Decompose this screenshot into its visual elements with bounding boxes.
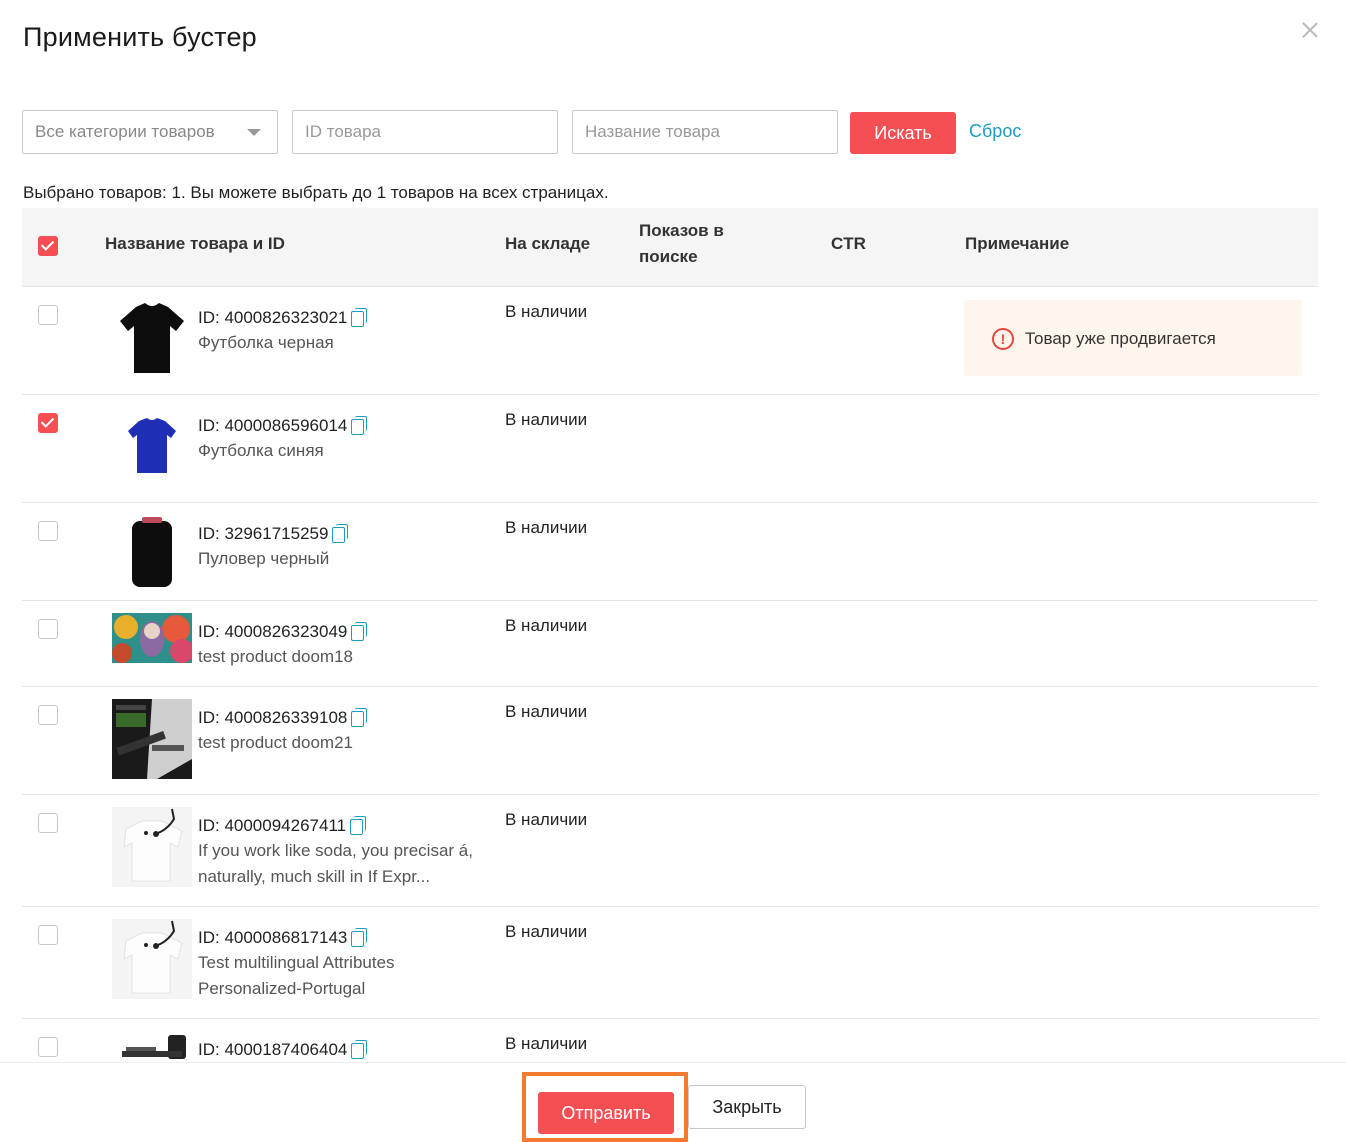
search-button[interactable]: Искать	[850, 112, 956, 154]
selection-info: Выбрано товаров: 1. Вы можете выбрать до…	[23, 183, 609, 202]
row-checkbox[interactable]	[38, 413, 58, 433]
dialog-footer: Отправить Закрыть	[0, 1062, 1346, 1142]
product-id: ID: 4000086596014	[198, 416, 368, 436]
close-button[interactable]: Закрыть	[688, 1085, 806, 1129]
row-checkbox[interactable]	[38, 521, 58, 541]
product-name: Test multilingual Attributes Personalize…	[198, 953, 395, 998]
product-id: ID: 4000826323021	[198, 308, 368, 328]
chevron-down-icon	[247, 129, 261, 136]
table-row: ID: 4000826339108 test product doom21 В …	[22, 687, 1318, 795]
copy-icon[interactable]	[332, 524, 349, 543]
table-header: Название товара и ID На складе Показов в…	[22, 208, 1318, 287]
product-thumbnail	[112, 699, 192, 779]
column-header-stock: На складе	[505, 234, 591, 253]
table-row: ID: 4000094267411 If you work like soda,…	[22, 795, 1318, 907]
stock-status: В наличии	[505, 810, 588, 829]
product-id-text: ID: 4000086596014	[198, 416, 348, 435]
note-text: Товар уже продвигается	[1025, 329, 1216, 348]
stock-status: В наличии	[505, 702, 588, 721]
row-checkbox[interactable]	[38, 925, 58, 945]
row-checkbox[interactable]	[38, 305, 58, 325]
product-thumbnail	[112, 297, 192, 377]
product-id-text: ID: 4000826323049	[198, 622, 348, 641]
row-checkbox[interactable]	[38, 813, 58, 833]
stock-status: В наличии	[505, 302, 588, 321]
row-checkbox[interactable]	[38, 619, 58, 639]
copy-icon[interactable]	[350, 816, 367, 835]
copy-icon[interactable]	[351, 1040, 368, 1059]
column-header-name: Название товара и ID	[105, 234, 285, 253]
stock-status: В наличии	[505, 922, 588, 941]
product-id-text: ID: 32961715259	[198, 524, 329, 543]
product-id: ID: 4000086817143	[198, 928, 368, 948]
products-table: Название товара и ID На складе Показов в…	[22, 208, 1318, 1079]
category-select-value: Все категории товаров	[35, 122, 215, 141]
product-name: Пуловер черный	[198, 549, 330, 568]
copy-icon[interactable]	[351, 928, 368, 947]
table-row: ID: 4000826323021 Футболка черная В нали…	[22, 287, 1318, 395]
copy-icon[interactable]	[351, 622, 368, 641]
product-thumbnail	[112, 405, 192, 485]
product-name: If you work like soda, you precisar á, n…	[198, 841, 473, 886]
column-header-ctr: CTR	[831, 234, 866, 253]
row-checkbox[interactable]	[38, 1037, 58, 1057]
close-icon[interactable]	[1298, 18, 1322, 42]
table-row: ID: 4000086817143 Test multilingual Attr…	[22, 907, 1318, 1019]
stock-status: В наличии	[505, 410, 588, 429]
column-header-impressions: Показов в поиске	[639, 221, 724, 266]
product-id-text: ID: 4000086817143	[198, 928, 348, 947]
table-row: ID: 32961715259 Пуловер черный В наличии	[22, 503, 1318, 601]
note-warning: ! Товар уже продвигается	[964, 300, 1302, 376]
product-id-text: ID: 4000826323021	[198, 308, 348, 327]
product-name: test product doom18	[198, 647, 353, 666]
product-id-text: ID: 4000187406404	[198, 1040, 348, 1059]
product-name: Футболка синяя	[198, 441, 324, 460]
filter-bar: Все категории товаров Искать Сброс	[22, 110, 1072, 154]
product-thumbnail	[112, 513, 192, 593]
product-id: ID: 4000187406404	[198, 1040, 368, 1060]
copy-icon[interactable]	[351, 708, 368, 727]
product-name: test product doom21	[198, 733, 353, 752]
reset-link[interactable]: Сброс	[969, 121, 1021, 142]
product-id: ID: 32961715259	[198, 524, 349, 544]
product-id: ID: 4000826323049	[198, 622, 368, 642]
product-name: Футболка черная	[198, 333, 334, 352]
copy-icon[interactable]	[351, 416, 368, 435]
product-thumbnail	[112, 919, 192, 999]
stock-status: В наличии	[505, 1034, 588, 1053]
table-row: ID: 4000086596014 Футболка синяя В налич…	[22, 395, 1318, 503]
stock-status: В наличии	[505, 518, 588, 537]
dialog-title: Применить бустер	[23, 22, 257, 52]
row-checkbox[interactable]	[38, 705, 58, 725]
copy-icon[interactable]	[351, 308, 368, 327]
product-id-text: ID: 4000826339108	[198, 708, 348, 727]
product-id: ID: 4000094267411	[198, 816, 367, 836]
select-all-checkbox[interactable]	[38, 236, 58, 256]
product-id: ID: 4000826339108	[198, 708, 368, 728]
product-id-input[interactable]	[292, 110, 558, 154]
submit-highlight: Отправить	[522, 1072, 688, 1142]
boost-dialog: Применить бустер Все категории товаров И…	[0, 0, 1346, 1142]
category-select[interactable]: Все категории товаров	[22, 110, 278, 154]
product-name-input[interactable]	[572, 110, 838, 154]
product-thumbnail	[112, 807, 192, 887]
warning-icon: !	[992, 328, 1014, 350]
product-thumbnail	[112, 613, 192, 663]
column-header-note: Примечание	[965, 234, 1070, 253]
product-id-text: ID: 4000094267411	[198, 816, 347, 835]
submit-button[interactable]: Отправить	[538, 1092, 674, 1134]
table-row: ID: 4000826323049 test product doom18 В …	[22, 601, 1318, 687]
stock-status: В наличии	[505, 616, 588, 635]
